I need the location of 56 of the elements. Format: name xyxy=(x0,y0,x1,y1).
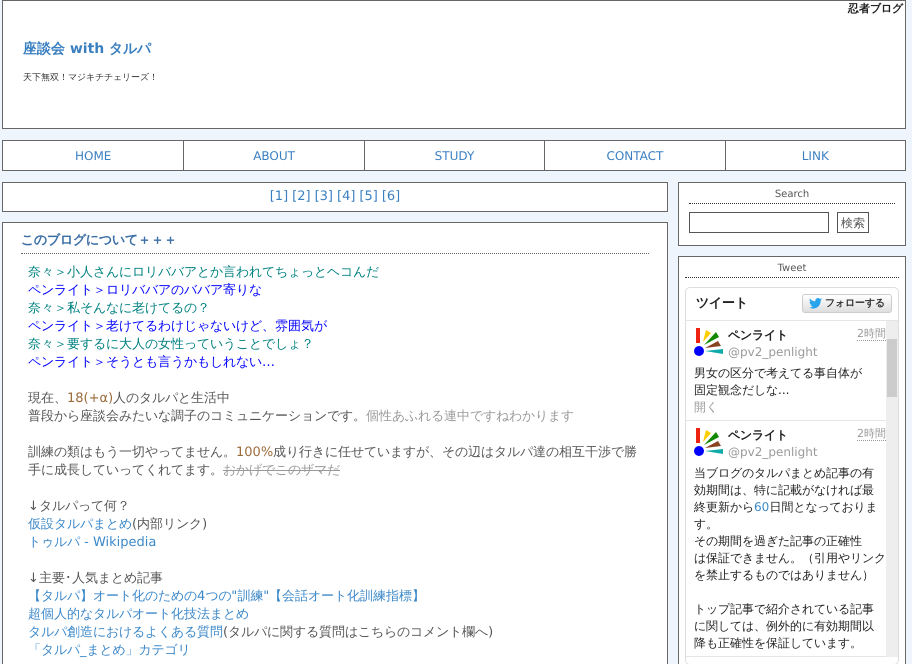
tweet-text-line: は保証できません。（引用やリンク xyxy=(694,550,886,566)
tweet-text-line: を禁止するものではありません） xyxy=(694,566,875,584)
author-handle[interactable]: @pv2_penlight xyxy=(728,444,818,460)
tweet-text-line: 男女の区分で考えてる事自体が xyxy=(694,364,863,382)
dialogue-line: 奈々＞要するに大人の女性っていうことでしょ？ xyxy=(28,336,315,354)
tweet-text-line: す。 xyxy=(694,516,719,532)
dialogue-line: ペンライト＞そうとも言うかもしれない… xyxy=(28,354,276,372)
site-link[interactable]: 忍者ブログ xyxy=(848,1,903,18)
page-link[interactable]: [3] xyxy=(314,187,333,207)
text-link[interactable]: 仮設タルパまとめ xyxy=(28,516,132,532)
page-link[interactable]: [2] xyxy=(292,187,311,207)
tweet-text-line: トップ記事で紹介されている記事 xyxy=(694,600,875,618)
tweet-heading: Tweet xyxy=(685,261,899,278)
text-link[interactable]: 「タルパ_まとめ」カテゴリ xyxy=(28,642,190,658)
dialogue-line: ペンライト＞ロリババアのババア寄りな xyxy=(28,282,263,300)
tweet-text-line: 終更新から 60 日間となっておりま xyxy=(694,498,878,516)
author-name[interactable]: ペンライト xyxy=(728,326,818,344)
dialogue-line: 奈々＞私そんなに老けてるの？ xyxy=(28,300,211,318)
follow-button[interactable]: フォローする xyxy=(802,294,892,314)
nav-link[interactable]: STUDY xyxy=(364,141,544,170)
tweet-text-line: 固定観念だしな... xyxy=(694,382,790,398)
article-title[interactable]: このブログについて＋＋＋ xyxy=(21,231,649,254)
blog-tagline: 天下無双！マジキチチェリーズ！ xyxy=(23,72,159,85)
tweet-text-line: に関しては、例外的に有効期間以 xyxy=(694,618,875,634)
text-line: 現在、18(+α)人のタルパと生活中 xyxy=(28,390,232,408)
author-handle[interactable]: @pv2_penlight xyxy=(728,344,818,360)
blog-title[interactable]: 座談会 with タルパ xyxy=(23,39,885,60)
page-link[interactable]: [5] xyxy=(359,187,378,207)
text-link[interactable]: 超個人的なタルパオート化技法まとめ xyxy=(28,606,249,622)
dialogue-line: ペンライト＞老けてるわけじゃないけど、雰囲気が xyxy=(28,318,328,336)
author-name[interactable]: ペンライト xyxy=(728,426,818,444)
text-line: 普段から座談会みたいな調子のコミュニケーションです。個性あふれる連中ですねわかります xyxy=(28,408,575,426)
dialogue-line: 奈々＞小人さんにロリババアとか言われてちょっとヘコんだ xyxy=(28,264,380,282)
text-line: 訓練の類はもう一切やってません。100%成り行きに任せていますが、その辺はタルパ達の相互干渉で勝手に成長していってくれてます。おかげでこのザマだ xyxy=(28,444,638,480)
tweet-text-line: 当ブログのタルパまとめ記事の有 xyxy=(694,464,875,482)
page-link[interactable]: [1] xyxy=(270,187,288,207)
text-line: ↓主要･人気まとめ記事 xyxy=(28,570,164,588)
text-line: ↓タルパって何？ xyxy=(28,498,131,516)
open-link[interactable]: 開く xyxy=(694,400,718,414)
widget-title: ツイート xyxy=(696,295,748,313)
text-link[interactable]: トゥルパ - Wikipedia xyxy=(28,534,156,550)
nav-link[interactable]: LINK xyxy=(724,141,905,170)
nav-link[interactable]: ABOUT xyxy=(183,141,364,170)
tweet-text-line: 効期間は、特に記載がなければ最 xyxy=(694,482,875,498)
tweet-text-line: その期間を過ぎた記事の正確性 xyxy=(694,532,863,550)
page-link[interactable]: [4] xyxy=(337,187,356,207)
search-button[interactable]: 検索 xyxy=(837,212,869,233)
nav-link[interactable]: CONTACT xyxy=(544,141,725,170)
text-line: (タルパに関する質問はこちらのコメント欄へ) xyxy=(223,624,494,640)
text-link[interactable]: タルパ創造におけるよくある質問 xyxy=(28,624,223,640)
search-heading: Search xyxy=(689,187,895,204)
tweet-text-line: 降も正確性を保証しています。 xyxy=(694,634,863,652)
nav-link[interactable]: HOME xyxy=(3,141,184,170)
text-link[interactable]: 【タルパ】オート化のための4つの"訓練"【会話オート化訓練指標】 xyxy=(28,588,426,604)
text-line: (内部リンク) xyxy=(132,516,208,532)
page-link[interactable]: [6] xyxy=(382,187,400,207)
